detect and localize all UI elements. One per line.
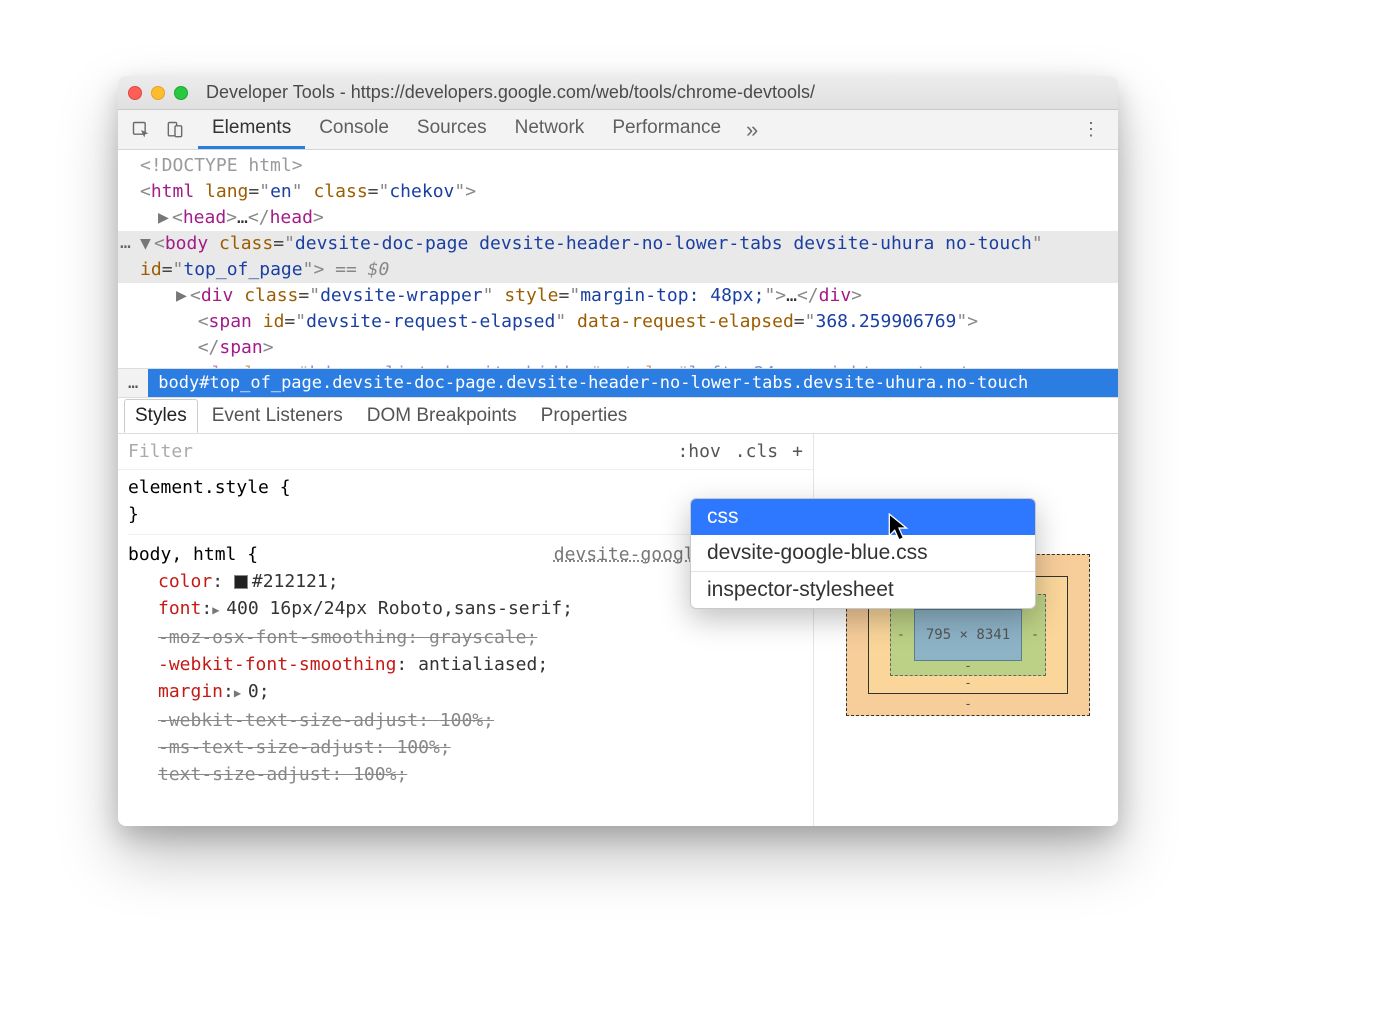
subtab-dom-breakpoints[interactable]: DOM Breakpoints bbox=[357, 400, 527, 432]
dropdown-item-css[interactable]: css bbox=[691, 499, 1035, 535]
padding-value: - bbox=[964, 659, 972, 674]
styles-pane: Filter :hov .cls + element.style { } bod… bbox=[118, 434, 813, 826]
more-tabs-button[interactable]: » bbox=[735, 110, 769, 149]
breadcrumb: … body#top_of_page.devsite-doc-page.devs… bbox=[118, 368, 1118, 398]
main-toolbar: Elements Console Sources Network Perform… bbox=[118, 110, 1118, 150]
head-tag[interactable]: ▶<head>…</head> bbox=[118, 205, 1118, 231]
expand-icon[interactable]: ▶ bbox=[234, 680, 248, 707]
close-window-button[interactable] bbox=[128, 86, 142, 100]
computed-pane: - - - - - 795 × 8341 bbox=[813, 434, 1118, 826]
cls-toggle[interactable]: .cls bbox=[735, 441, 778, 462]
doctype-line: <!DOCTYPE html> bbox=[140, 155, 303, 176]
maximize-window-button[interactable] bbox=[174, 86, 188, 100]
dom-tree[interactable]: <!DOCTYPE html> <html lang="en" class="c… bbox=[118, 150, 1118, 368]
prop-moz-font-smoothing[interactable]: -moz-osx-font-smoothing: grayscale; bbox=[128, 624, 803, 651]
devtools-window: Developer Tools - https://developers.goo… bbox=[118, 76, 1118, 826]
expand-icon[interactable]: ▶ bbox=[212, 597, 226, 624]
hov-toggle[interactable]: :hov bbox=[677, 441, 720, 462]
tab-console[interactable]: Console bbox=[305, 110, 403, 149]
tab-performance[interactable]: Performance bbox=[598, 110, 735, 149]
rule-selector[interactable]: body, html { bbox=[128, 541, 258, 568]
margin-value: - bbox=[964, 697, 972, 712]
prop-webkit-font-smoothing[interactable]: -webkit-font-smoothing: antialiased; bbox=[128, 651, 803, 678]
stylesheet-dropdown[interactable]: css devsite-google-blue.css inspector-st… bbox=[690, 498, 1036, 609]
device-toolbar-icon[interactable] bbox=[158, 110, 192, 149]
prop-text-size[interactable]: text-size-adjust: 100%; bbox=[128, 761, 803, 788]
prop-margin[interactable]: margin:▶0; bbox=[128, 678, 803, 707]
border-value: - bbox=[964, 676, 972, 691]
span-elapsed-tag[interactable]: <span id="devsite-request-elapsed" data-… bbox=[118, 309, 1118, 335]
gutter-ellipsis: … bbox=[120, 230, 131, 256]
dropdown-item-devsite[interactable]: devsite-google-blue.css bbox=[691, 535, 1035, 571]
breadcrumb-selected[interactable]: body#top_of_page.devsite-doc-page.devsit… bbox=[148, 369, 1118, 397]
padding-left-value: - bbox=[897, 628, 905, 643]
prop-ms-text-size[interactable]: -ms-text-size-adjust: 100%; bbox=[128, 734, 803, 761]
inspect-element-icon[interactable] bbox=[124, 110, 158, 149]
styles-filter-row: Filter :hov .cls + bbox=[118, 434, 813, 470]
html-open-tag[interactable]: <html lang="en" class="chekov"> bbox=[118, 179, 1118, 205]
body-tag-selected[interactable]: …▼<body class="devsite-doc-page devsite-… bbox=[118, 231, 1118, 257]
new-rule-button[interactable]: + bbox=[792, 441, 803, 462]
div-wrapper-tag[interactable]: ▶<div class="devsite-wrapper" style="mar… bbox=[118, 283, 1118, 309]
prop-webkit-text-size[interactable]: -webkit-text-size-adjust: 100%; bbox=[128, 707, 803, 734]
subtab-properties[interactable]: Properties bbox=[531, 400, 638, 432]
body-tag-selected-line2[interactable]: id="top_of_page"> == $0 bbox=[118, 257, 1118, 283]
traffic-lights bbox=[128, 86, 188, 100]
content-dimensions: 795 × 8341 bbox=[914, 609, 1022, 661]
minimize-window-button[interactable] bbox=[151, 86, 165, 100]
window-title: Developer Tools - https://developers.goo… bbox=[206, 82, 815, 103]
settings-menu-icon[interactable]: ⋮ bbox=[1074, 110, 1108, 149]
subtab-event-listeners[interactable]: Event Listeners bbox=[202, 400, 353, 432]
styles-subtabs: Styles Event Listeners DOM Breakpoints P… bbox=[118, 398, 1118, 434]
tab-sources[interactable]: Sources bbox=[403, 110, 501, 149]
padding-right-value: - bbox=[1031, 628, 1039, 643]
breadcrumb-overflow[interactable]: … bbox=[118, 369, 148, 397]
cursor-icon bbox=[888, 513, 910, 547]
titlebar: Developer Tools - https://developers.goo… bbox=[118, 76, 1118, 110]
ul-partial-tag[interactable]: ▶<ul class="kd-menulist devsite-hidden" … bbox=[118, 361, 1118, 368]
span-close-tag[interactable]: </span> bbox=[118, 335, 1118, 361]
styles-filter-input[interactable]: Filter bbox=[128, 441, 663, 462]
dropdown-item-inspector[interactable]: inspector-stylesheet bbox=[691, 572, 1035, 608]
tab-elements[interactable]: Elements bbox=[198, 110, 305, 149]
element-style-selector: element.style { bbox=[128, 474, 803, 501]
tab-network[interactable]: Network bbox=[501, 110, 599, 149]
subtab-styles[interactable]: Styles bbox=[124, 399, 198, 433]
color-swatch-icon[interactable] bbox=[234, 575, 248, 589]
